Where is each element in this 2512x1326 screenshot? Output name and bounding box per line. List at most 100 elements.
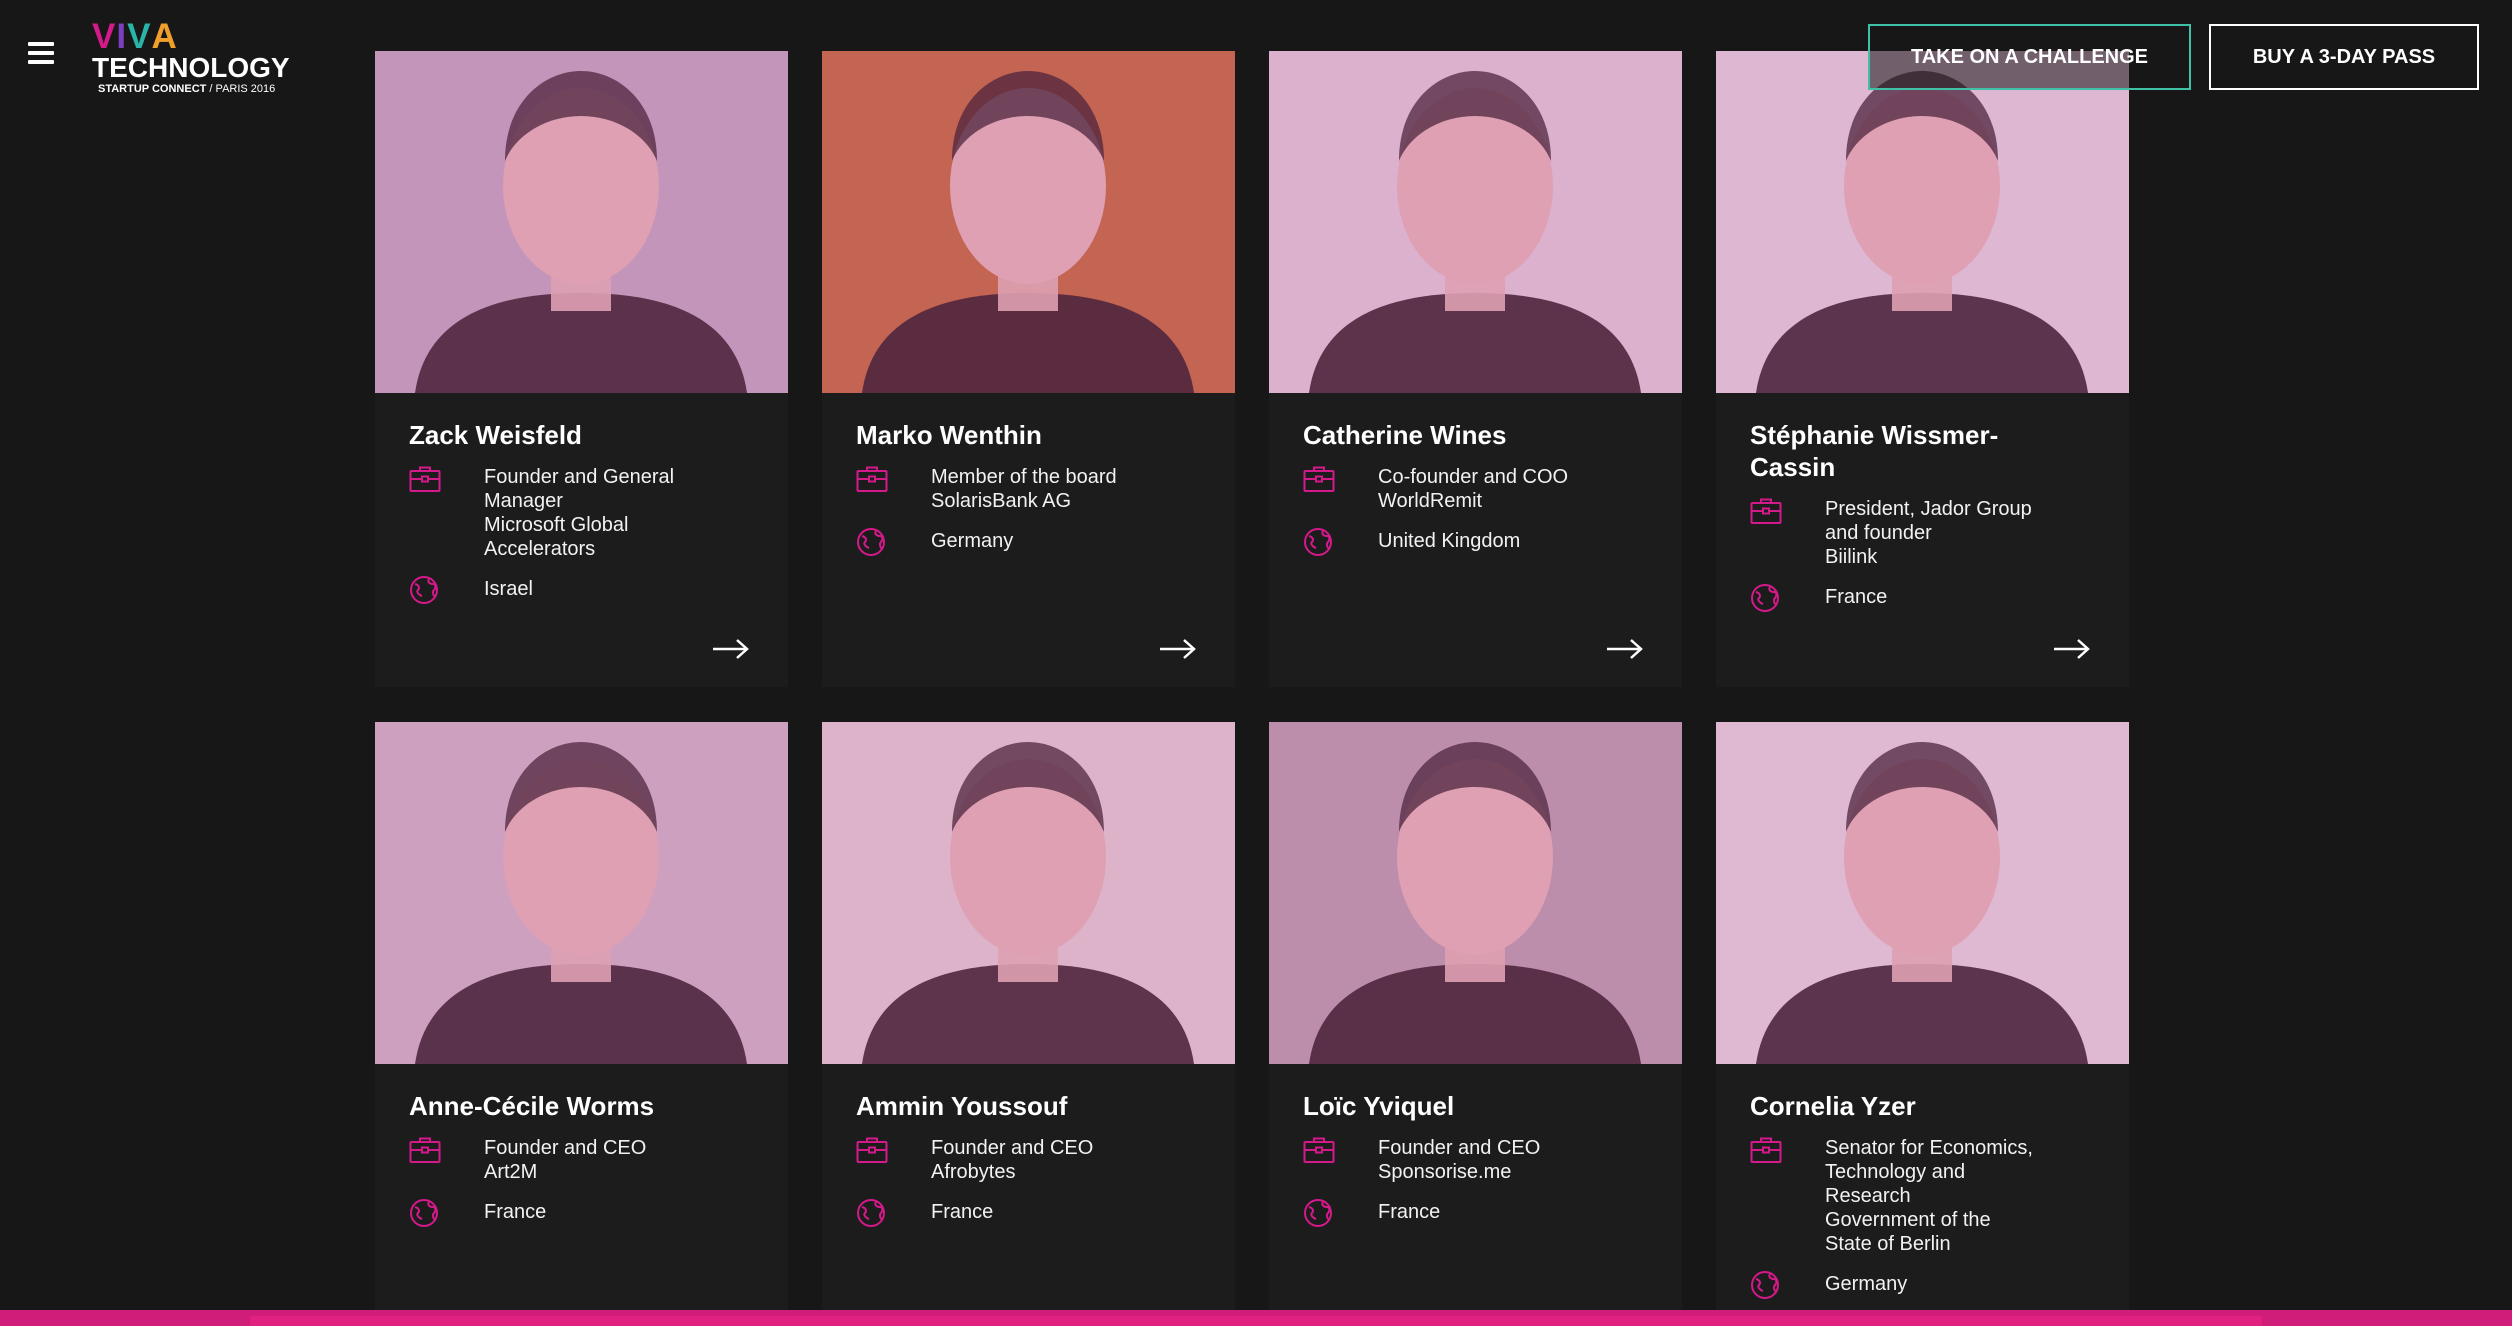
speaker-role-line: Art2M [484, 1161, 538, 1183]
speaker-country: France [1750, 583, 2095, 612]
speaker-card[interactable]: Zack Weisfeld Founder and General Manager M… [375, 51, 788, 687]
globe-icon [1303, 1198, 1335, 1227]
speaker-photo[interactable] [1716, 51, 2129, 393]
speaker-role-line: and founder [1825, 522, 1932, 544]
speaker-name[interactable]: Anne-Cécile Worms [409, 1090, 754, 1122]
briefcase-icon [856, 465, 888, 493]
speaker-role-line: WorldRemit [1378, 490, 1483, 512]
speaker-role-line: Research [1825, 1185, 1911, 1207]
arrow-right-icon[interactable] [1606, 638, 1644, 660]
speaker-card[interactable]: Loïc Yviquel Founder and CEO Sponsorise.me… [1269, 722, 1682, 1326]
speaker-photo[interactable] [1716, 722, 2129, 1064]
speaker-card[interactable]: Catherine Wines Co-founder and COO WorldRe… [1269, 51, 1682, 687]
speaker-role: President, Jador Group and founder Biilink [1750, 497, 2095, 569]
logo-subtitle-bold: STARTUP CONNECT [98, 83, 207, 95]
bottom-accent-bar [0, 1310, 2512, 1326]
speaker-country-label: Israel [484, 578, 533, 600]
speaker-country: Germany [1750, 1271, 2095, 1299]
speaker-role-line: Biilink [1825, 546, 1878, 568]
speaker-card[interactable]: Anne-Cécile Worms Founder and CEO Art2M Fra… [375, 722, 788, 1326]
speaker-name[interactable]: Zack Weisfeld [409, 419, 754, 451]
speaker-role: Founder and CEO Afrobytes [856, 1136, 1201, 1184]
speaker-role-line: Accelerators [484, 538, 596, 560]
speaker-name-line: Zack Weisfeld [409, 420, 582, 450]
speaker-info: Cornelia Yzer Senator for Economics, Techn… [1716, 1064, 2129, 1299]
speaker-role-line: Founder and General [484, 466, 675, 488]
speaker-name-line: Catherine Wines [1303, 420, 1507, 450]
speaker-info: Catherine Wines Co-founder and COO WorldRe… [1269, 393, 1682, 556]
speaker-info: Marko Wenthin Member of the board SolarisB… [822, 393, 1235, 556]
speaker-photo[interactable] [1269, 722, 1682, 1064]
speaker-role-line: Sponsorise.me [1378, 1161, 1512, 1183]
speaker-photo[interactable] [375, 722, 788, 1064]
speaker-role: Founder and CEO Sponsorise.me [1303, 1136, 1648, 1184]
speaker-name-line: Ammin Youssouf [856, 1091, 1068, 1121]
logo-technology: TECHNOLOGY [92, 52, 290, 83]
globe-icon [1750, 583, 1782, 612]
page: V I V A TECHNOLOGY STARTUP CONNECT / PAR… [0, 0, 2512, 1326]
speaker-country-label: United Kingdom [1378, 530, 1521, 552]
speaker-country-label: France [1825, 586, 1888, 608]
speaker-role-line: Member of the board [931, 466, 1117, 488]
speaker-country-label: France [484, 1201, 547, 1223]
speaker-role-line: President, Jador Group [1825, 498, 2032, 520]
globe-icon [856, 1198, 888, 1227]
speaker-name[interactable]: Cornelia Yzer [1750, 1090, 2095, 1122]
arrow-right-icon[interactable] [712, 638, 750, 660]
speaker-role: Member of the board SolarisBank AG [856, 465, 1201, 513]
speaker-country: Israel [409, 575, 754, 604]
speaker-photo[interactable] [822, 51, 1235, 393]
speaker-country: Germany [856, 527, 1201, 556]
briefcase-icon [1303, 1136, 1335, 1164]
speaker-card[interactable]: Marko Wenthin Member of the board SolarisB… [822, 51, 1235, 687]
speaker-name-line: Loïc Yviquel [1303, 1091, 1455, 1121]
speaker-info: Zack Weisfeld Founder and General Manager M… [375, 393, 788, 604]
speaker-role-line: Senator for Economics, [1825, 1137, 2033, 1159]
speaker-name-line: Cassin [1750, 452, 1836, 482]
logo-subtitle: STARTUP CONNECT / PARIS 2016 [98, 82, 302, 96]
globe-icon [1303, 527, 1335, 556]
speaker-country-label: France [1378, 1201, 1441, 1223]
hamburger-menu-icon[interactable] [28, 42, 54, 66]
logo-letter-v: V [92, 17, 117, 56]
logo-letter-i: I [116, 17, 128, 56]
speaker-role: Founder and CEO Art2M [409, 1136, 754, 1184]
briefcase-icon [1303, 465, 1335, 493]
speaker-country-label: France [931, 1201, 994, 1223]
speaker-country-label: Germany [1825, 1273, 1908, 1295]
arrow-right-icon[interactable] [1159, 638, 1197, 660]
speaker-country: France [856, 1198, 1201, 1227]
speaker-role-line: Microsoft Global [484, 514, 629, 536]
speaker-country: United Kingdom [1303, 527, 1648, 556]
speaker-card[interactable]: Cornelia Yzer Senator for Economics, Techn… [1716, 722, 2129, 1326]
arrow-right-icon[interactable] [2053, 638, 2091, 660]
speaker-name[interactable]: Marko Wenthin [856, 419, 1201, 451]
logo-subtitle-rest: / PARIS 2016 [206, 83, 276, 95]
speaker-role-line: Government of the [1825, 1209, 1991, 1231]
take-on-a-challenge-button[interactable]: TAKE ON A CHALLENGE [1868, 24, 2191, 90]
speaker-name[interactable]: Stéphanie Wissmer- Cassin [1750, 419, 2095, 483]
buy-3-day-pass-button[interactable]: BUY A 3-DAY PASS [2209, 24, 2479, 90]
speaker-card[interactable]: Ammin Youssouf Founder and CEO Afrobytes Fr… [822, 722, 1235, 1326]
speaker-info: Ammin Youssouf Founder and CEO Afrobytes Fr… [822, 1064, 1235, 1227]
viva-technology-logo[interactable]: V I V A TECHNOLOGY STARTUP CONNECT / PAR… [92, 17, 302, 96]
speaker-photo[interactable] [375, 51, 788, 393]
speaker-name[interactable]: Catherine Wines [1303, 419, 1648, 451]
speaker-name[interactable]: Ammin Youssouf [856, 1090, 1201, 1122]
speaker-name[interactable]: Loïc Yviquel [1303, 1090, 1648, 1122]
speaker-role-line: Manager [484, 490, 563, 512]
speaker-card[interactable]: Stéphanie Wissmer- Cassin President, Jador… [1716, 51, 2129, 687]
speaker-info: Stéphanie Wissmer- Cassin President, Jador… [1716, 393, 2129, 612]
speaker-photo[interactable] [1269, 51, 1682, 393]
speaker-country: France [409, 1199, 754, 1227]
logo-letter-a: A [151, 17, 178, 56]
speaker-role: Co-founder and COO WorldRemit [1303, 465, 1648, 513]
briefcase-icon [1750, 497, 1782, 525]
globe-icon [856, 527, 888, 556]
speaker-photo[interactable] [822, 722, 1235, 1064]
briefcase-icon [856, 1136, 888, 1164]
speaker-name-line: Marko Wenthin [856, 420, 1042, 450]
speaker-country: France [1303, 1198, 1648, 1227]
globe-icon [409, 575, 441, 604]
speaker-role: Founder and General Manager Microsoft Glob… [409, 465, 754, 561]
